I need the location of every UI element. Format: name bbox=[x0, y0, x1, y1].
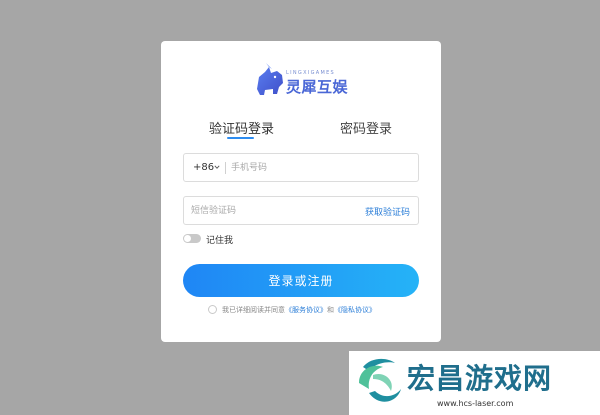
agreement-checkbox[interactable] bbox=[208, 305, 217, 314]
remember-label: 记住我 bbox=[206, 236, 234, 246]
site-watermark: 宏昌游戏网 www.hcs-laser.com bbox=[349, 351, 600, 415]
brand-name: 灵犀互娱 bbox=[286, 78, 349, 96]
privacy-agreement-link[interactable]: 《隐私协议》 bbox=[334, 306, 376, 314]
service-agreement-link[interactable]: 《服务协议》 bbox=[285, 306, 327, 314]
agreement-row: 我已详细阅读并同意《服务协议》和《隐私协议》 bbox=[208, 304, 428, 316]
toggle-knob bbox=[184, 235, 191, 242]
agreement-and: 和 bbox=[327, 306, 334, 314]
country-code-select[interactable]: +86 bbox=[193, 162, 214, 173]
watermark-name: 宏昌游戏网 bbox=[407, 362, 553, 395]
remember-me: 记住我 bbox=[183, 233, 263, 246]
login-register-button[interactable]: 登录或注册 bbox=[183, 264, 419, 297]
rhino-logo-icon bbox=[257, 63, 283, 95]
get-code-button[interactable]: 获取验证码 bbox=[365, 205, 410, 218]
phone-input[interactable] bbox=[231, 154, 411, 181]
agreement-text: 我已详细阅读并同意《服务协议》和《隐私协议》 bbox=[222, 305, 376, 315]
chevron-down-icon[interactable] bbox=[214, 164, 220, 170]
watermark-url: www.hcs-laser.com bbox=[437, 399, 514, 408]
sms-code-input[interactable] bbox=[191, 197, 351, 224]
remember-toggle[interactable] bbox=[183, 234, 201, 243]
tab-password-login[interactable]: 密码登录 bbox=[340, 118, 392, 137]
active-tab-indicator bbox=[227, 137, 254, 139]
login-card: LINGXIGAMES 灵犀互娱 验证码登录 密码登录 +86 获取验证码 记住… bbox=[161, 41, 441, 342]
phone-field: +86 bbox=[183, 153, 419, 182]
field-divider bbox=[225, 162, 226, 174]
brand-logo: LINGXIGAMES 灵犀互娱 bbox=[253, 63, 353, 99]
tab-sms-login[interactable]: 验证码登录 bbox=[209, 118, 274, 137]
swirl-logo-icon bbox=[359, 358, 401, 402]
sms-code-field: 获取验证码 bbox=[183, 196, 419, 225]
agreement-prefix: 我已详细阅读并同意 bbox=[222, 306, 285, 314]
